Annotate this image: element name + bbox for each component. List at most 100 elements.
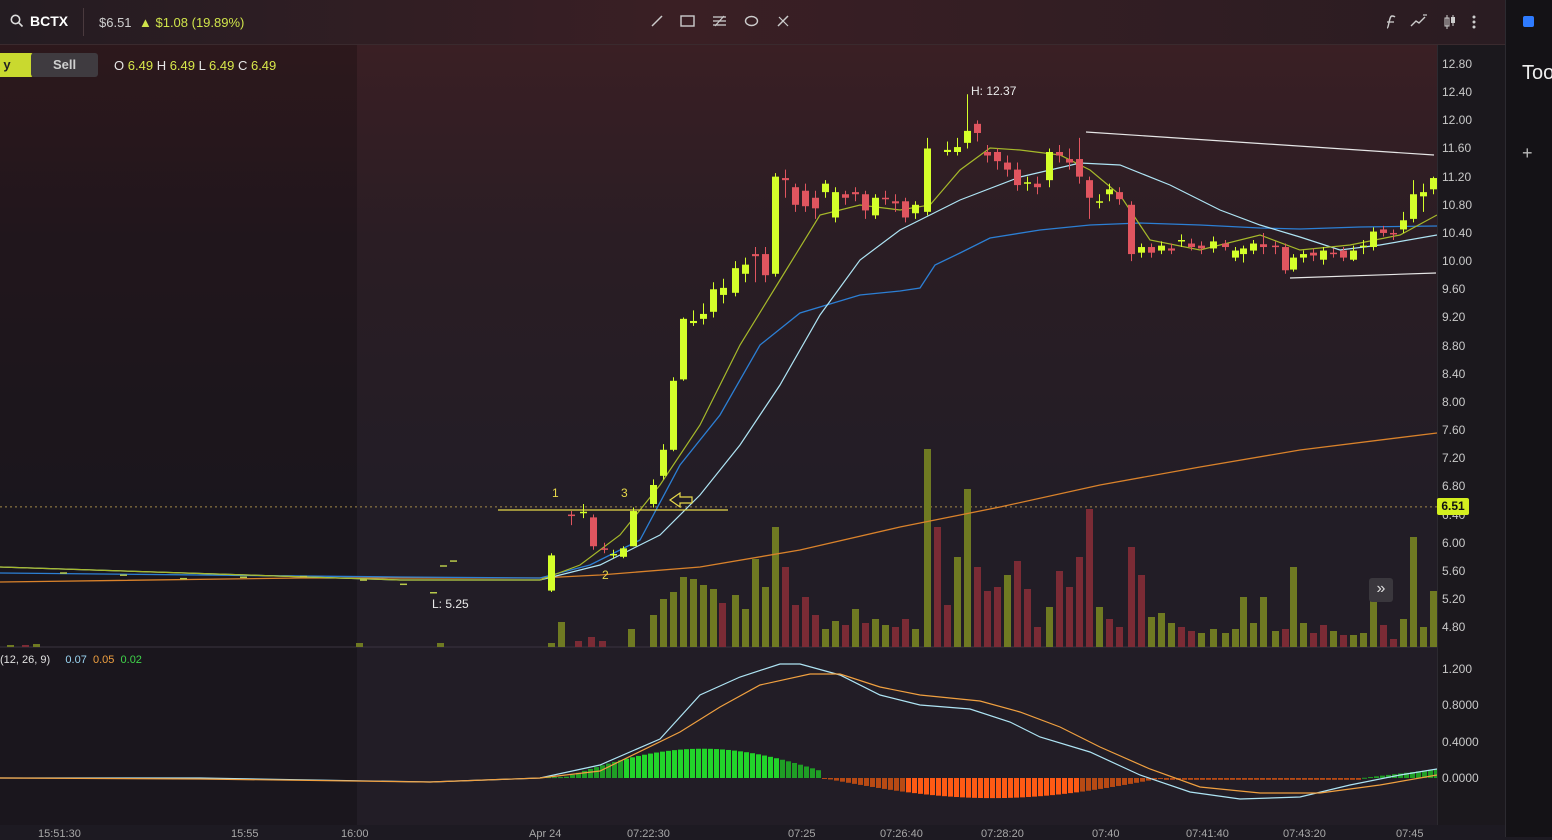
macd-line-value: 0.07: [65, 654, 87, 666]
volume-bar: [872, 619, 879, 647]
divider: [83, 8, 84, 36]
ellipse-tool-icon[interactable]: [744, 14, 759, 28]
macd-histogram-bar: [858, 778, 863, 785]
candle-body: [1210, 241, 1217, 249]
macd-histogram-bar: [630, 757, 635, 778]
candle-body: [710, 289, 717, 312]
candle-body: [1430, 178, 1437, 190]
macd-histogram-bar: [1098, 778, 1103, 789]
volume-bar: [974, 567, 981, 647]
volume-bar: [1310, 633, 1317, 647]
volume-bar: [558, 622, 565, 647]
candle-body: [430, 592, 437, 594]
macd-histogram-bar: [564, 776, 569, 778]
scroll-to-realtime-button[interactable]: »: [1369, 578, 1393, 602]
volume-bar: [1024, 589, 1031, 647]
volume-bar: [902, 619, 909, 647]
macd-histogram-bar: [1086, 778, 1091, 791]
macd-histogram-bar: [1110, 778, 1115, 787]
macd-histogram-bar: [708, 748, 713, 778]
price-scale-label: 10.80: [1442, 197, 1473, 212]
volume-bar: [1066, 587, 1073, 647]
more-options-icon[interactable]: [1470, 14, 1478, 30]
candle-body: [1370, 231, 1377, 248]
candle-body: [812, 197, 819, 209]
candle-body: [1034, 183, 1041, 188]
price-scale-label: 7.60: [1442, 423, 1466, 438]
candle-body: [720, 287, 727, 295]
ema-fast-line: [0, 147, 1437, 581]
candle-body: [974, 123, 981, 133]
candle-body: [610, 553, 617, 556]
volume-bar: [1380, 625, 1387, 647]
macd-histogram-bar: [954, 778, 959, 798]
candle-body: [580, 511, 587, 514]
color-square-icon[interactable]: [1523, 16, 1534, 27]
volume-bar: [680, 577, 687, 647]
macd-histogram-bar: [798, 764, 803, 778]
ma-long-line: [0, 432, 1437, 583]
macd-histogram-bar: [714, 749, 719, 778]
candle-body: [1024, 182, 1031, 184]
candle-body: [924, 148, 931, 212]
candle-body: [1350, 250, 1357, 260]
macd-histogram-bar: [1068, 778, 1073, 794]
candle-body: [1380, 229, 1387, 233]
macd-histogram-bar: [828, 778, 833, 780]
candle-body: [792, 187, 799, 205]
fib-tool-icon[interactable]: [712, 14, 727, 28]
candle-body: [300, 575, 307, 578]
volume-bar: [1250, 623, 1257, 647]
time-axis-label: 07:28:20: [981, 828, 1024, 840]
macd-histogram-bar: [942, 778, 947, 797]
candle-body: [1086, 180, 1093, 198]
candle-body: [1300, 254, 1307, 258]
price-scale-label: 11.60: [1442, 141, 1472, 156]
macd-histogram-bar: [1266, 778, 1271, 780]
volume-bar: [924, 449, 931, 647]
macd-histogram-bar: [1002, 778, 1007, 799]
macd-histogram-bar: [1272, 778, 1277, 780]
candle-body: [842, 194, 849, 198]
candle-body: [360, 579, 367, 581]
candle-body: [1158, 245, 1165, 251]
volume-bar: [1034, 627, 1041, 647]
trendline-tool-icon[interactable]: [650, 14, 664, 28]
candle-body: [548, 555, 555, 591]
macd-histogram-bar: [870, 778, 875, 787]
volume-bar: [1198, 633, 1205, 647]
macd-histogram-bar: [912, 778, 917, 794]
candle-body: [601, 548, 608, 550]
remove-drawings-icon[interactable]: [776, 14, 791, 28]
macd-histogram-bar: [762, 755, 767, 778]
candle-body: [832, 192, 839, 218]
volume-bar: [660, 599, 667, 647]
candle-body: [620, 548, 627, 557]
macd-pane[interactable]: [0, 647, 1437, 827]
price-scale-label: 10.40: [1442, 225, 1473, 240]
chart-type-candles-icon[interactable]: [1443, 14, 1457, 30]
price-scale-label: 7.20: [1442, 451, 1466, 466]
ticker-symbol: BCTX: [30, 13, 69, 29]
symbol-search[interactable]: BCTX: [10, 13, 68, 29]
candle-body: [1116, 192, 1123, 200]
indicators-icon[interactable]: [1384, 14, 1398, 30]
macd-histogram-bar: [840, 778, 845, 782]
macd-histogram-bar: [846, 778, 851, 783]
trendline-lower: [1289, 272, 1437, 279]
candle-body: [1290, 257, 1297, 270]
macd-histogram-bar: [582, 770, 587, 778]
macd-histogram-bar: [1302, 778, 1307, 780]
candle-body: [1096, 201, 1103, 203]
macd-histogram-bar: [588, 768, 593, 778]
add-icon[interactable]: +: [1522, 143, 1533, 164]
macd-histogram-bar: [1338, 778, 1343, 780]
candle-body: [1014, 169, 1021, 186]
rectangle-tool-icon[interactable]: [680, 14, 695, 28]
candle-body: [1310, 252, 1317, 256]
candle-body: [1390, 232, 1397, 235]
macd-histogram-bar: [1080, 778, 1085, 792]
macd-signal-value: 0.05: [92, 654, 115, 666]
compare-icon[interactable]: [1410, 14, 1428, 28]
vwap-line: [0, 222, 1437, 579]
